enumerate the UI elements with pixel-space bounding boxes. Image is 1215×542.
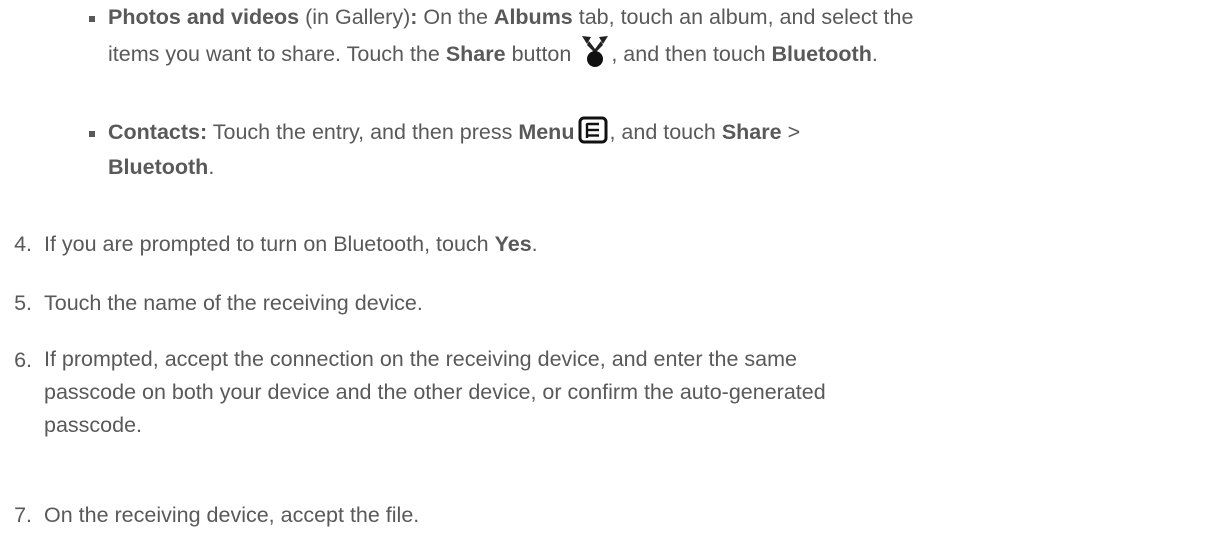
step-text: On the receiving device, accept the file…: [44, 503, 420, 527]
step-number: 6.: [14, 348, 32, 372]
step-text: Touch the name of the receiving device.: [44, 291, 423, 315]
step-number: 5.: [14, 291, 32, 315]
bullet-label: Contacts:: [108, 120, 208, 144]
document-page: Photos and videos (in Gallery): On the A…: [0, 0, 1215, 542]
share-icon: [580, 34, 610, 68]
bullet-marker: [87, 129, 97, 139]
step-text: If prompted, accept the connection on th…: [44, 347, 826, 437]
bullet-photos-videos: Photos and videos (in Gallery): On the A…: [108, 0, 1208, 72]
step-text: If you are prompted to turn on Bluetooth…: [44, 232, 538, 256]
bullet-line: Bluetooth.: [108, 155, 215, 179]
step-number: 4.: [14, 232, 32, 256]
bullet-label: Photos and videos: [108, 5, 300, 29]
bullet-contacts: Contacts: Touch the entry, and then pres…: [108, 115, 1208, 185]
bullet-line: Contacts: Touch the entry, and then pres…: [108, 115, 1208, 150]
bullet-line: Photos and videos (in Gallery): On the A…: [108, 5, 914, 29]
bullet-line: items you want to share. Touch the Share…: [108, 34, 1208, 72]
bullet-marker: [87, 14, 97, 24]
menu-icon: [578, 116, 608, 144]
step-number: 7.: [14, 503, 32, 527]
